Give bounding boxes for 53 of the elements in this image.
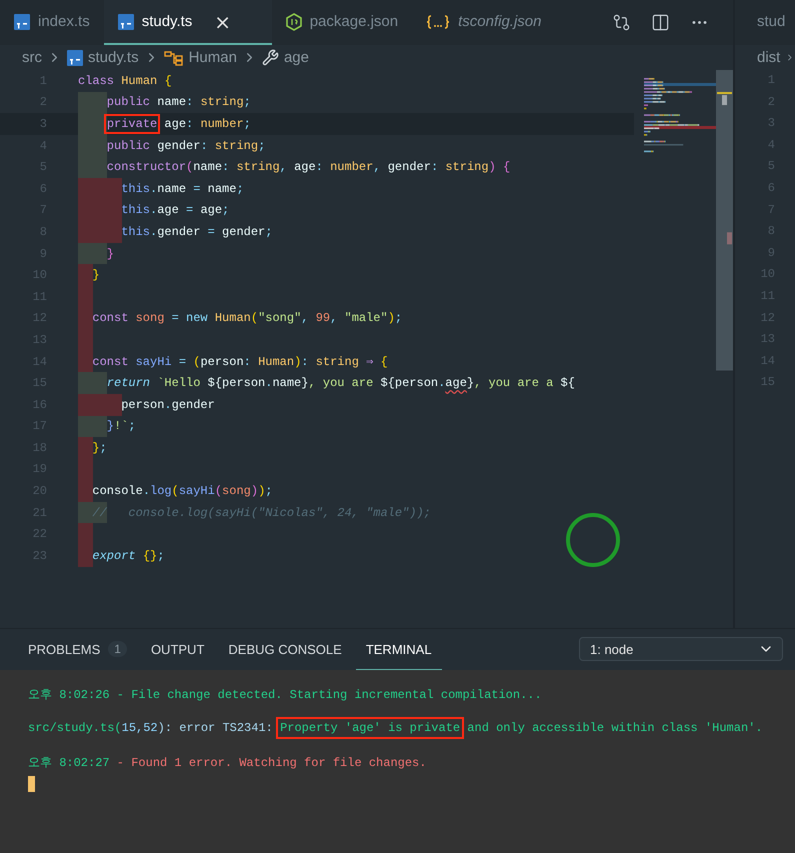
panel-tab[interactable]: OUTPUT — [140, 629, 214, 670]
code-text: } — [91, 268, 100, 282]
typescript-file-icon — [118, 14, 134, 30]
breadcrumb-item[interactable]: study.ts — [88, 49, 139, 66]
code-text: person.gender — [120, 398, 215, 412]
breadcrumb-item[interactable]: dist — [757, 49, 780, 66]
highlighted-code: private — [106, 116, 158, 131]
code-text: }; — [91, 440, 107, 455]
editor-tab[interactable]: study.ts × — [104, 0, 272, 45]
split-editor-icon[interactable] — [651, 13, 670, 32]
code-text: console.log(sayHi(song)); — [91, 484, 272, 498]
typescript-file-icon — [67, 50, 83, 66]
error-underlined-code: age — [445, 376, 467, 390]
terminal-text: and only accessible within class 'Human'. — [466, 721, 763, 735]
code-text: } — [106, 246, 114, 261]
code-text: age: number; — [163, 116, 251, 131]
terminal-text: 오후 8:02:26 - File change detected. Starting incremental compilation... — [28, 686, 542, 702]
code-text: export {}; — [91, 548, 164, 563]
compare-changes-icon[interactable] — [612, 13, 631, 32]
code-text: this.gender = gender; — [120, 224, 272, 239]
typescript-file-icon — [14, 14, 30, 30]
terminal-select[interactable]: 1: node — [579, 637, 783, 661]
code-text: const sayHi = (person: Human): string ⇒ { — [91, 354, 388, 370]
panel-tab[interactable]: PROBLEMS 1 — [18, 629, 137, 670]
editor-tab[interactable]: tsconfig.json — [412, 0, 556, 45]
panel-tab[interactable]: DEBUG CONSOLE — [218, 629, 352, 670]
code-text: public gender: string; — [106, 138, 266, 153]
code-text: // console.log(sayHi("Nicolas", 24, "male")); — [91, 506, 431, 520]
editor-tab[interactable]: index.ts — [0, 0, 104, 45]
braces-file-icon — [426, 14, 450, 30]
class-icon — [164, 50, 184, 66]
wrench-icon — [262, 49, 279, 66]
code-text: this.age = age; — [120, 203, 230, 218]
code-text: }!`; — [106, 419, 136, 434]
code-text: }, you are a ${ — [466, 376, 575, 390]
editor-tab[interactable]: package.json — [272, 0, 412, 45]
code-text: public name: string; — [106, 95, 251, 110]
close-tab-button[interactable]: × — [212, 12, 234, 32]
terminal-text: 오후 8:02:27 - Found 1 error. Watching for file changes. — [28, 754, 426, 770]
breadcrumb-item[interactable]: src — [22, 49, 42, 66]
click-ring-icon — [565, 512, 621, 568]
terminal-cursor — [28, 776, 35, 792]
code-text: this.name = name; — [120, 182, 244, 196]
problem-count: 1 — [108, 641, 127, 657]
editor-tab[interactable]: stud — [735, 0, 795, 45]
hexagon-file-icon — [286, 12, 302, 30]
code-text: class Human { — [78, 74, 172, 88]
code-text: const song = new Human("song", 99, "male"); — [91, 311, 402, 326]
breadcrumb-item[interactable]: Human — [188, 49, 237, 66]
terminal-text: src/study.ts(15,52): error TS2341: — [28, 721, 274, 735]
code-text: constructor(name: string, age: number, gender: string) { — [106, 160, 510, 174]
breadcrumb-item[interactable]: age — [284, 49, 309, 66]
code-text: return `Hello ${person.name}, you are ${person. — [106, 376, 446, 390]
